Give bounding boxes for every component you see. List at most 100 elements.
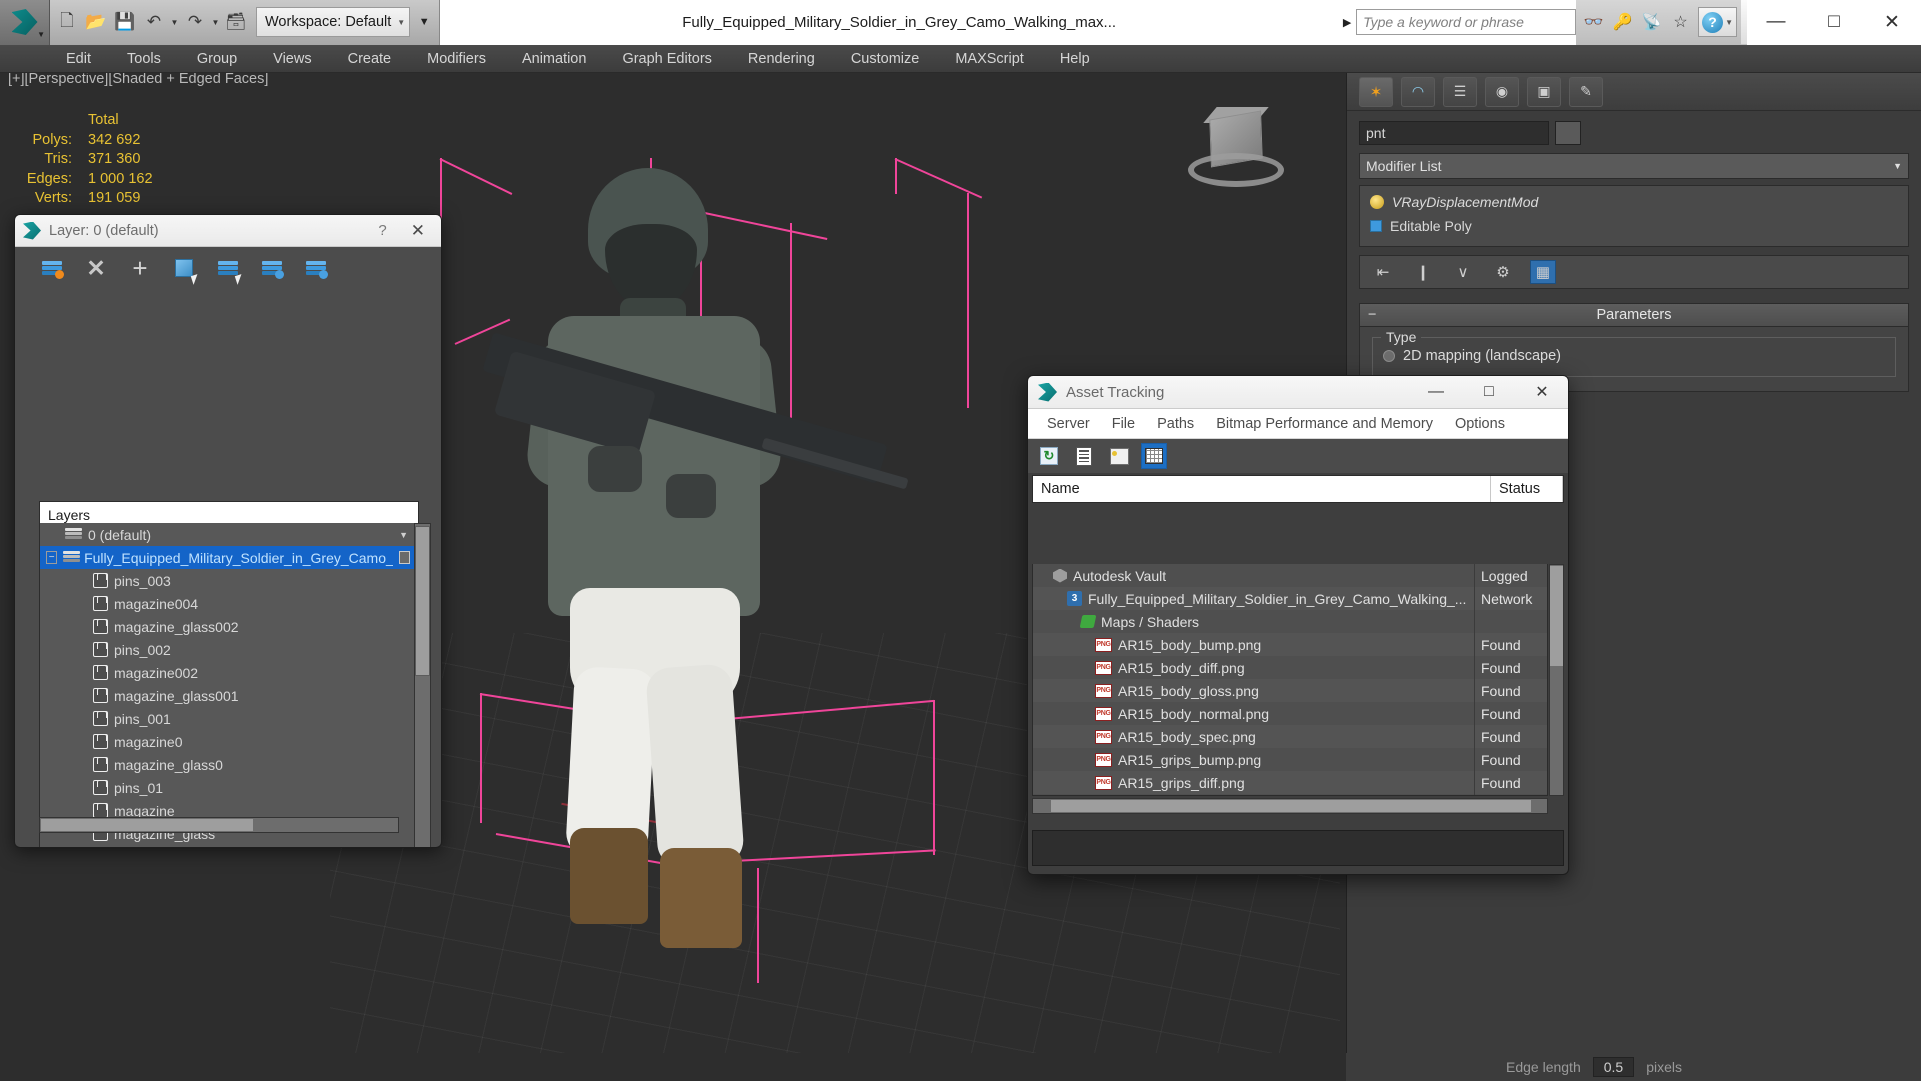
menu-item-server[interactable]: Server (1036, 409, 1101, 439)
layer-row[interactable]: magazine_glass002 (40, 615, 418, 638)
open-file-button[interactable]: 📂 (83, 7, 109, 37)
expander-icon[interactable]: − (46, 551, 58, 564)
object-color-swatch[interactable] (1555, 121, 1581, 145)
asset-row[interactable]: PNG AR15_body_diff.png Found (1033, 656, 1547, 679)
menu-item-maxscript[interactable]: MAXScript (937, 45, 1042, 73)
menu-item-animation[interactable]: Animation (504, 45, 604, 73)
workspace-dropdown-button[interactable]: ▼ (413, 7, 435, 37)
menu-item-edit[interactable]: Edit (48, 45, 109, 73)
menu-item-group[interactable]: Group (179, 45, 255, 73)
asset-row[interactable]: Maps / Shaders (1033, 610, 1547, 633)
layer-row[interactable]: magazine004 (40, 592, 418, 615)
hierarchy-tab[interactable]: ☰ (1443, 76, 1477, 107)
menu-item-views[interactable]: Views (255, 45, 329, 73)
asset-row[interactable]: Autodesk Vault Logged (1033, 564, 1547, 587)
app-menu-button[interactable]: ▼ (0, 0, 50, 45)
viewcube-compass-ring[interactable] (1188, 153, 1284, 187)
scrollbar-thumb[interactable] (41, 819, 253, 831)
layer-row[interactable]: 0 (default) ▼ (40, 523, 418, 546)
undo-dropdown-icon[interactable]: ▼ (170, 18, 179, 27)
menu-item-bitmap-performance-and-memory[interactable]: Bitmap Performance and Memory (1205, 409, 1444, 439)
remove-modifier-button[interactable]: ⚙ (1490, 260, 1516, 284)
asset-row[interactable]: PNG AR15_body_gloss.png Found (1033, 679, 1547, 702)
binoculars-icon[interactable]: 👓 (1580, 7, 1607, 37)
menu-item-customize[interactable]: Customize (833, 45, 938, 73)
layer-properties-button[interactable] (303, 255, 329, 281)
menu-item-help[interactable]: Help (1042, 45, 1108, 73)
refresh-button[interactable]: ↻ (1036, 443, 1062, 469)
parameters-rollup-header[interactable]: − Parameters (1359, 303, 1909, 327)
minimize-button[interactable]: — (1747, 0, 1805, 45)
asset-tracking-path-field[interactable] (1032, 830, 1564, 866)
create-new-layer-button[interactable] (39, 255, 65, 281)
asset-row[interactable]: PNGAR15_grips_gloss.pngFound (1033, 794, 1547, 795)
layer-row[interactable]: pins_001 (40, 707, 418, 730)
highlight-selected-objects-layer-button[interactable] (259, 255, 285, 281)
properties-button[interactable] (1106, 443, 1132, 469)
layer-row[interactable]: pins_01 (40, 776, 418, 799)
layer-list-vscrollbar[interactable] (414, 523, 431, 847)
satellite-dish-icon[interactable]: 📡 (1638, 7, 1665, 37)
select-highlighted-layers-button[interactable] (215, 255, 245, 285)
menu-item-modifiers[interactable]: Modifiers (409, 45, 504, 73)
menu-item-paths[interactable]: Paths (1146, 409, 1205, 439)
show-end-result-button[interactable]: ❙ (1410, 260, 1436, 284)
modifier-list-dropdown[interactable]: Modifier List ▼ (1359, 153, 1909, 179)
asset-tracking-dialog[interactable]: Asset Tracking — □ ✕ Server File Paths B… (1027, 375, 1569, 875)
scrollbar-thumb[interactable] (1051, 800, 1531, 812)
asset-table-vscrollbar[interactable] (1549, 564, 1564, 796)
object-name-field[interactable]: pnt (1359, 121, 1549, 145)
motion-tab[interactable]: ◉ (1485, 76, 1519, 107)
select-objects-in-layer-button[interactable] (171, 255, 201, 285)
list-view-button[interactable] (1071, 443, 1097, 469)
layer-row[interactable]: − Fully_Equipped_Military_Soldier_in_Grey… (40, 546, 418, 569)
menu-item-create[interactable]: Create (330, 45, 410, 73)
menu-item-rendering[interactable]: Rendering (730, 45, 833, 73)
asset-row[interactable]: 3 Fully_Equipped_Military_Soldier_in_Grey… (1033, 587, 1547, 610)
key-icon[interactable]: 🔑 (1609, 7, 1636, 37)
modifier-stack-item-vraydisplacementmod[interactable]: VRayDisplacementMod (1360, 190, 1908, 214)
close-button[interactable]: ✕ (403, 221, 433, 241)
make-unique-button[interactable]: ∨ (1450, 260, 1476, 284)
layer-row[interactable]: Sight (40, 845, 418, 847)
bulb-icon[interactable] (1370, 195, 1384, 209)
layer-row[interactable]: pins_003 (40, 569, 418, 592)
menu-item-tools[interactable]: Tools (109, 45, 179, 73)
modifier-stack-item-editable-poly[interactable]: Editable Poly (1360, 214, 1908, 238)
save-file-button[interactable]: 💾 (112, 7, 138, 37)
close-button[interactable]: ✕ (1863, 0, 1921, 45)
maximize-button[interactable]: □ (1467, 376, 1511, 409)
asset-row[interactable]: PNG AR15_body_spec.png Found (1033, 725, 1547, 748)
layer-row[interactable]: pins_002 (40, 638, 418, 661)
chevron-down-icon[interactable]: ▼ (37, 30, 45, 39)
mapping-2d-radio-row[interactable]: 2D mapping (landscape) (1383, 348, 1885, 364)
layer-list[interactable]: 0 (default) ▼ − Fully_Equipped_Military_Sol… (39, 523, 419, 847)
layer-row[interactable]: magazine0 (40, 730, 418, 753)
asset-row[interactable]: PNG AR15_body_normal.png Found (1033, 702, 1547, 725)
layer-visibility-checkbox[interactable] (398, 551, 410, 564)
viewcube[interactable] (1180, 107, 1290, 203)
undo-button[interactable]: ↶ (141, 7, 167, 37)
add-selected-objects-button[interactable]: + (127, 255, 153, 281)
maximize-button[interactable]: □ (1805, 0, 1863, 45)
utilities-tab[interactable]: ✎ (1569, 76, 1603, 107)
workspace-selector[interactable]: Workspace: Default ▼ (256, 7, 411, 37)
star-icon[interactable]: ☆ (1667, 7, 1694, 37)
soldier-model[interactable] (470, 158, 909, 948)
layer-dialog[interactable]: Layer: 0 (default) ? ✕ ✕ + Layers 0 (def… (14, 214, 442, 848)
delete-highlighted-layers-button[interactable]: ✕ (83, 255, 109, 281)
modify-tab[interactable]: ◠ (1401, 76, 1435, 107)
title-overflow-icon[interactable]: ▶ (1338, 0, 1357, 45)
minimize-button[interactable]: — (1414, 376, 1458, 409)
new-file-button[interactable]: 🗋 (54, 7, 80, 37)
layer-list-hscrollbar[interactable] (39, 817, 399, 833)
help-button[interactable]: ? ▼ (1698, 7, 1737, 37)
close-button[interactable]: ✕ (1520, 376, 1564, 409)
column-header-status[interactable]: Status (1491, 476, 1563, 502)
scrollbar-thumb[interactable] (415, 526, 430, 676)
asset-row[interactable]: PNG AR15_grips_bump.png Found (1033, 748, 1547, 771)
chevron-down-icon[interactable]: ▼ (399, 530, 408, 540)
display-tab[interactable]: ▣ (1527, 76, 1561, 107)
asset-table-hscrollbar[interactable] (1032, 798, 1548, 814)
asset-row[interactable]: PNG AR15_body_bump.png Found (1033, 633, 1547, 656)
